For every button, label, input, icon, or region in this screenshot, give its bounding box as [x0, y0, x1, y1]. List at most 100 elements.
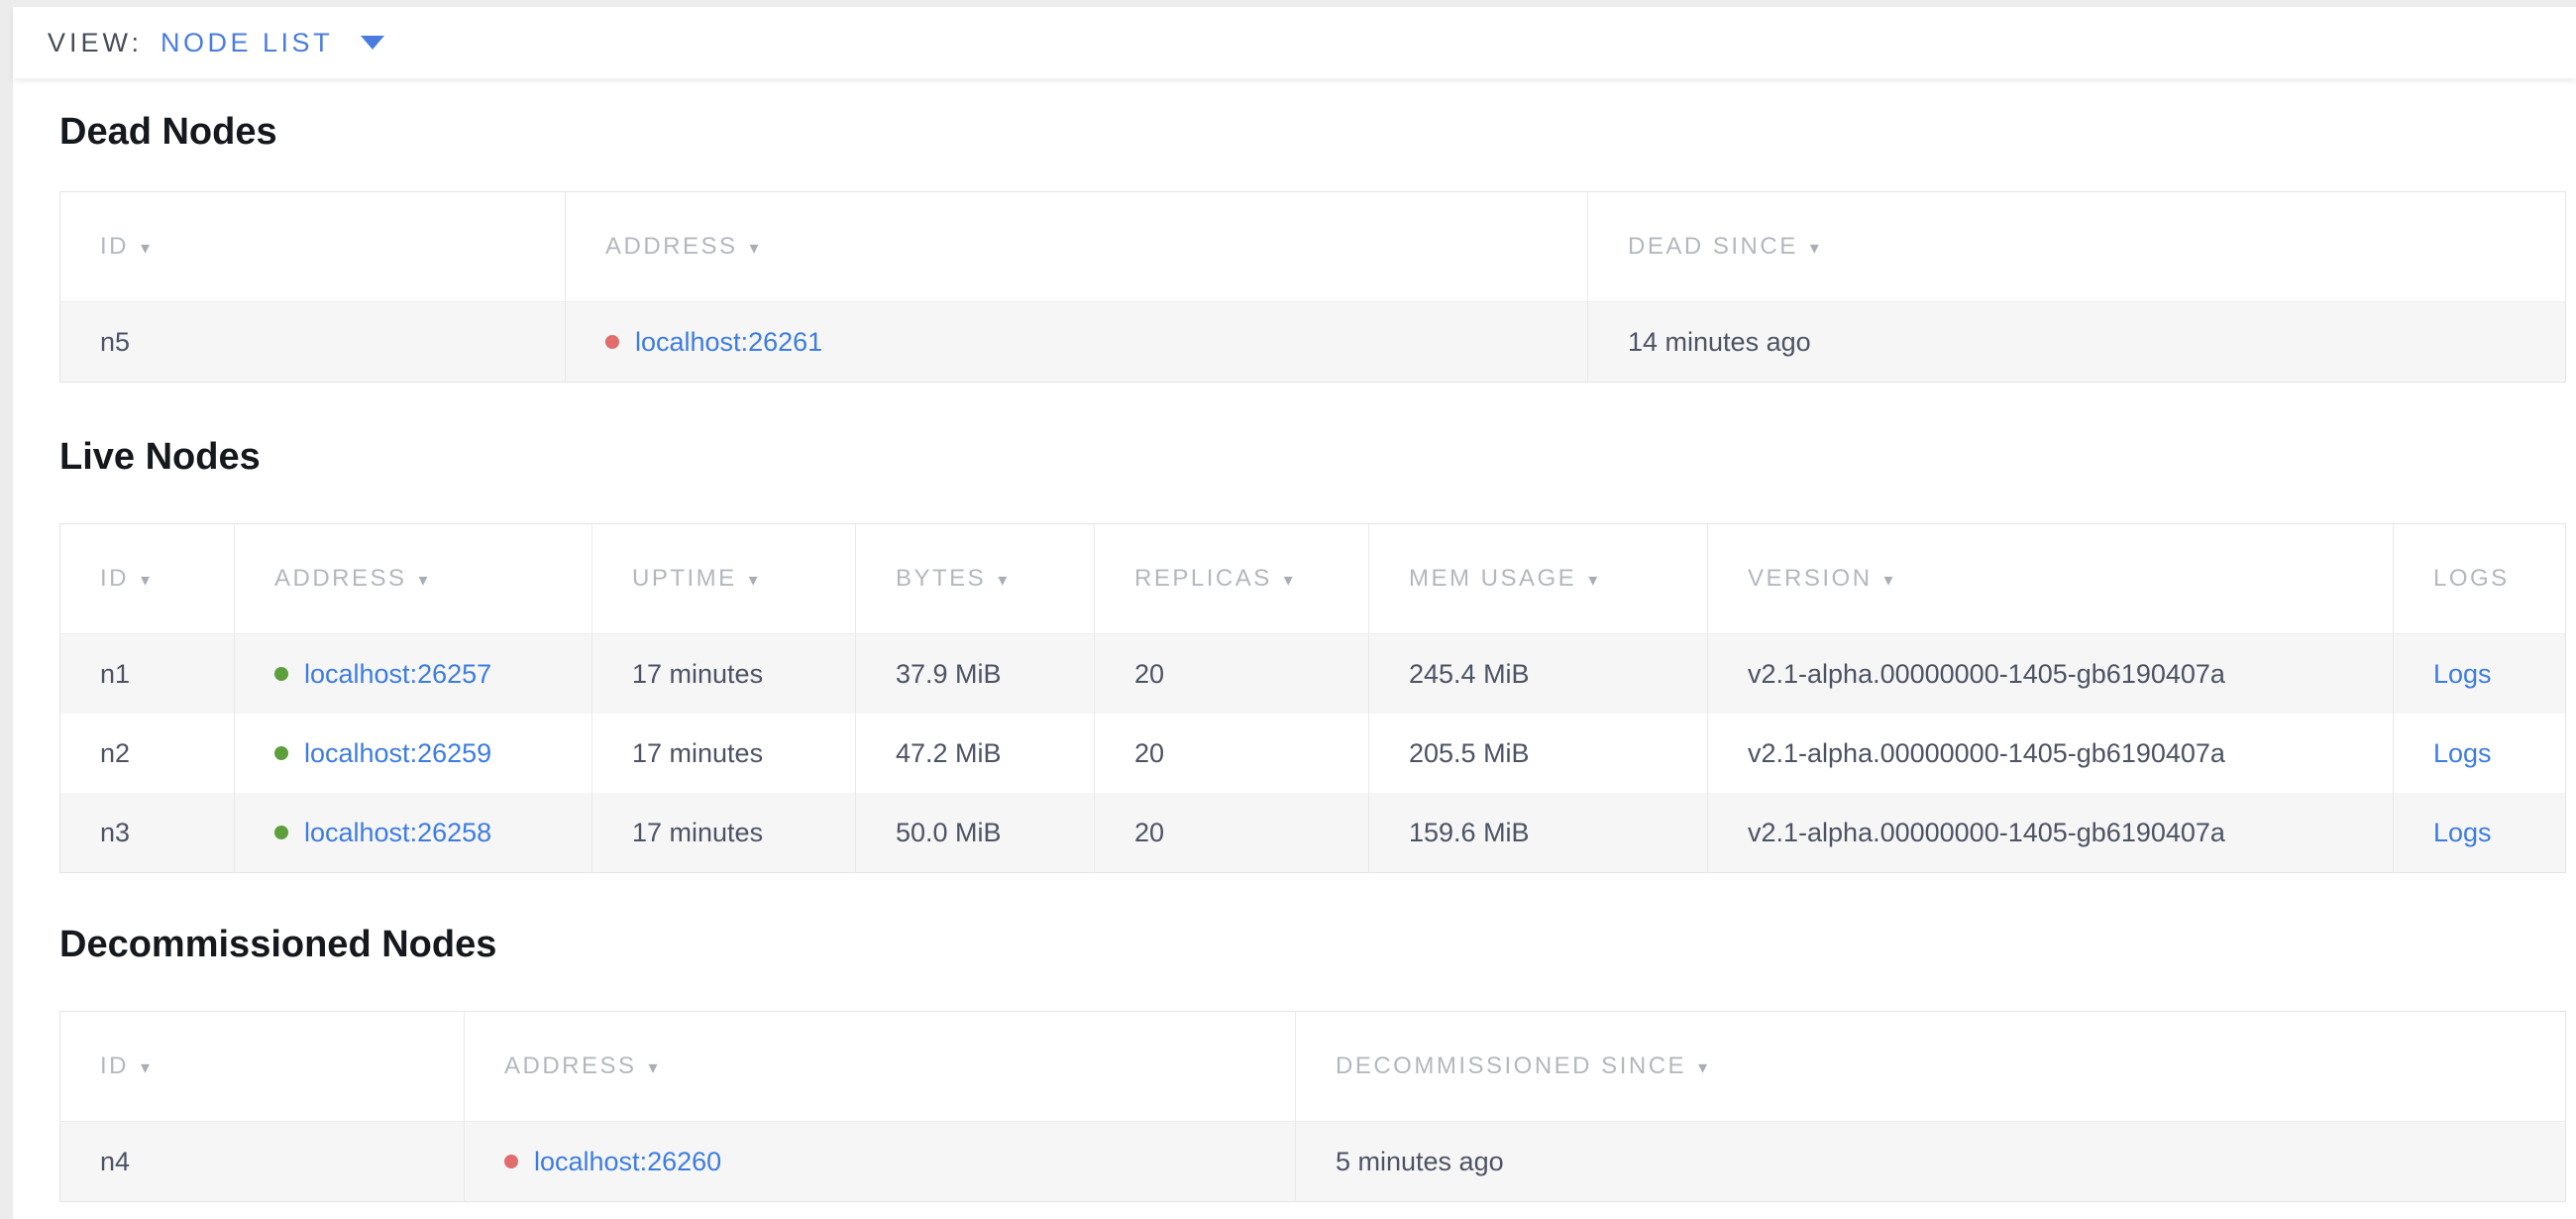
cell-bytes: 47.2 MiB [856, 714, 1095, 793]
cell-text: n3 [100, 818, 130, 847]
cell-decommissioned-since: 5 minutes ago [1296, 1122, 2566, 1202]
column-label: VERSION [1748, 565, 1873, 592]
column-header-address[interactable]: ADDRESS ▾ [235, 524, 592, 634]
sort-caret-icon: ▾ [419, 570, 428, 590]
column-label: ADDRESS [504, 1053, 637, 1079]
address-link[interactable]: localhost:26260 [534, 1147, 721, 1176]
decommissioned-nodes-section: Decommissioned Nodes ID ▾ ADDRESS ▾ DECOMMIS… [59, 923, 2576, 1202]
cell-address: localhost:26261 [566, 302, 1588, 383]
column-label: ADDRESS [274, 565, 407, 592]
section-title-live-nodes: Live Nodes [59, 435, 2576, 479]
cell-replicas: 20 [1095, 714, 1369, 793]
cell-logs: Logs [2394, 714, 2566, 793]
table-header-row: ID▾ ADDRESS ▾ UPTIME ▾ BYTES ▾ REPLICAS ▾ MEM USA… [60, 524, 2566, 634]
cell-text: 20 [1134, 818, 1164, 847]
status-dot-dead [605, 335, 619, 349]
cell-text: 159.6 MiB [1409, 818, 1530, 847]
column-label: BYTES [896, 565, 986, 592]
logs-link[interactable]: Logs [2433, 818, 2492, 847]
cell-bytes: 37.9 MiB [856, 634, 1095, 715]
column-label: DECOMMISSIONED SINCE [1336, 1053, 1686, 1079]
section-title-decommissioned-nodes: Decommissioned Nodes [59, 923, 2576, 966]
logs-link[interactable]: Logs [2433, 659, 2492, 689]
column-header-uptime[interactable]: UPTIME ▾ [592, 524, 856, 634]
status-dot-live [274, 826, 288, 839]
cell-address: localhost:26257 [235, 634, 592, 715]
sort-caret-icon: ▾ [1884, 570, 1893, 590]
column-header-decommissioned-since[interactable]: DECOMMISSIONED SINCE▾ [1296, 1012, 2566, 1122]
table-header-row: ID▾ADDRESS▾ DEAD SINCE ▾ [60, 192, 2566, 302]
view-label: VIEW: [48, 28, 143, 58]
table-row: n5localhost:2626114 minutes ago [60, 302, 2566, 383]
cell-text: 20 [1134, 738, 1164, 768]
section-title-dead-nodes: Dead Nodes [59, 110, 2576, 154]
cell-address: localhost:26260 [465, 1122, 1296, 1202]
column-header-id[interactable]: ID▾ [60, 192, 566, 302]
cell-text: 20 [1134, 659, 1164, 689]
column-label: UPTIME [632, 565, 737, 592]
address-link[interactable]: localhost:26259 [304, 738, 491, 768]
column-header-id[interactable]: ID▾ [60, 524, 235, 634]
view-bar: VIEW: NODE LIST [13, 7, 2576, 78]
cell-address: localhost:26258 [235, 793, 592, 873]
live-nodes-table: ID▾ ADDRESS ▾ UPTIME ▾ BYTES ▾ REPLICAS ▾ MEM USA… [59, 523, 2566, 873]
cell-text: 17 minutes [632, 818, 763, 847]
cell-mem-usage: 205.5 MiB [1369, 714, 1708, 793]
status-dot-decommissioned [504, 1155, 518, 1168]
sort-caret-icon: ▾ [750, 238, 759, 258]
cell-version: v2.1-alpha.00000000-1405-gb6190407a [1708, 634, 2394, 715]
cell-uptime: 17 minutes [592, 634, 856, 715]
cell-text: 47.2 MiB [896, 738, 1002, 768]
cell-version: v2.1-alpha.00000000-1405-gb6190407a [1708, 793, 2394, 873]
column-header-bytes[interactable]: BYTES ▾ [856, 524, 1095, 634]
view-dropdown[interactable]: NODE LIST [161, 28, 384, 58]
column-header-mem-usage[interactable]: MEM USAGE▾ [1369, 524, 1708, 634]
sort-caret-icon: ▾ [1284, 570, 1293, 590]
dead-nodes-table: ID▾ADDRESS▾DEAD SINCE▾n5localhost:262611… [59, 191, 2566, 383]
chevron-down-icon [361, 36, 384, 50]
cell-text: 17 minutes [632, 738, 763, 768]
column-label: MEM USAGE [1409, 565, 1576, 592]
column-header-id[interactable]: ID ▾ [60, 1012, 465, 1122]
cell-logs: Logs [2394, 793, 2566, 873]
cell-text: n4 [100, 1147, 130, 1176]
sort-caret-icon: ▾ [141, 1057, 150, 1077]
column-header-dead-since[interactable]: DEAD SINCE ▾ [1588, 192, 2566, 302]
column-header-replicas[interactable]: REPLICAS ▾ [1095, 524, 1369, 634]
column-label: DEAD SINCE [1628, 233, 1798, 260]
table-header-row: ID ▾ ADDRESS ▾ DECOMMISSIONED SINCE▾ [60, 1012, 2566, 1122]
cell-id: n4 [60, 1122, 465, 1202]
node-list-page: VIEW: NODE LIST Dead Nodes ID▾ADDRESS▾DE… [13, 7, 2576, 1219]
cell-uptime: 17 minutes [592, 714, 856, 793]
decommissioned-nodes-table: ID ▾ ADDRESS ▾ DECOMMISSIONED SINCE▾ n4 localh… [59, 1011, 2566, 1202]
sort-caret-icon: ▾ [998, 570, 1007, 590]
table-row: n4 localhost:26260 5 minutes ago [60, 1122, 2566, 1202]
column-label: ID [100, 1053, 129, 1079]
column-header-address[interactable]: ADDRESS▾ [566, 192, 1588, 302]
cell-text: n5 [100, 327, 130, 357]
cell-uptime: 17 minutes [592, 793, 856, 873]
logs-link[interactable]: Logs [2433, 738, 2492, 768]
column-header-address[interactable]: ADDRESS ▾ [465, 1012, 1296, 1122]
sort-caret-icon: ▾ [749, 570, 758, 590]
cell-text: v2.1-alpha.00000000-1405-gb6190407a [1748, 738, 2225, 768]
dead-nodes-section: Dead Nodes ID▾ADDRESS▾ DEAD SINCE ▾ n5 local… [59, 110, 2576, 383]
cell-text: 205.5 MiB [1409, 738, 1530, 768]
sort-caret-icon: ▾ [141, 570, 150, 590]
content-area: Dead Nodes ID▾ADDRESS▾DEAD SINCE▾n5local… [13, 110, 2576, 1202]
sort-caret-icon: ▾ [649, 1057, 658, 1077]
cell-text: 50.0 MiB [896, 818, 1002, 847]
address-link[interactable]: localhost:26257 [304, 659, 491, 689]
cell-logs: Logs [2394, 634, 2566, 715]
cell-text: n2 [100, 738, 130, 768]
address-link[interactable]: localhost:26261 [635, 327, 822, 357]
table-row: n2 localhost:26259 17 minutes 47.2 MiB 20 205… [60, 714, 2566, 793]
cell-text: 17 minutes [632, 659, 763, 689]
address-link[interactable]: localhost:26258 [304, 818, 491, 847]
sort-caret-icon: ▾ [1810, 238, 1819, 258]
cell-mem-usage: 245.4 MiB [1369, 634, 1708, 715]
cell-replicas: 20 [1095, 634, 1369, 715]
column-label: REPLICAS [1134, 565, 1272, 592]
column-header-version[interactable]: VERSION ▾ [1708, 524, 2394, 634]
cell-id: n5 [60, 302, 566, 383]
